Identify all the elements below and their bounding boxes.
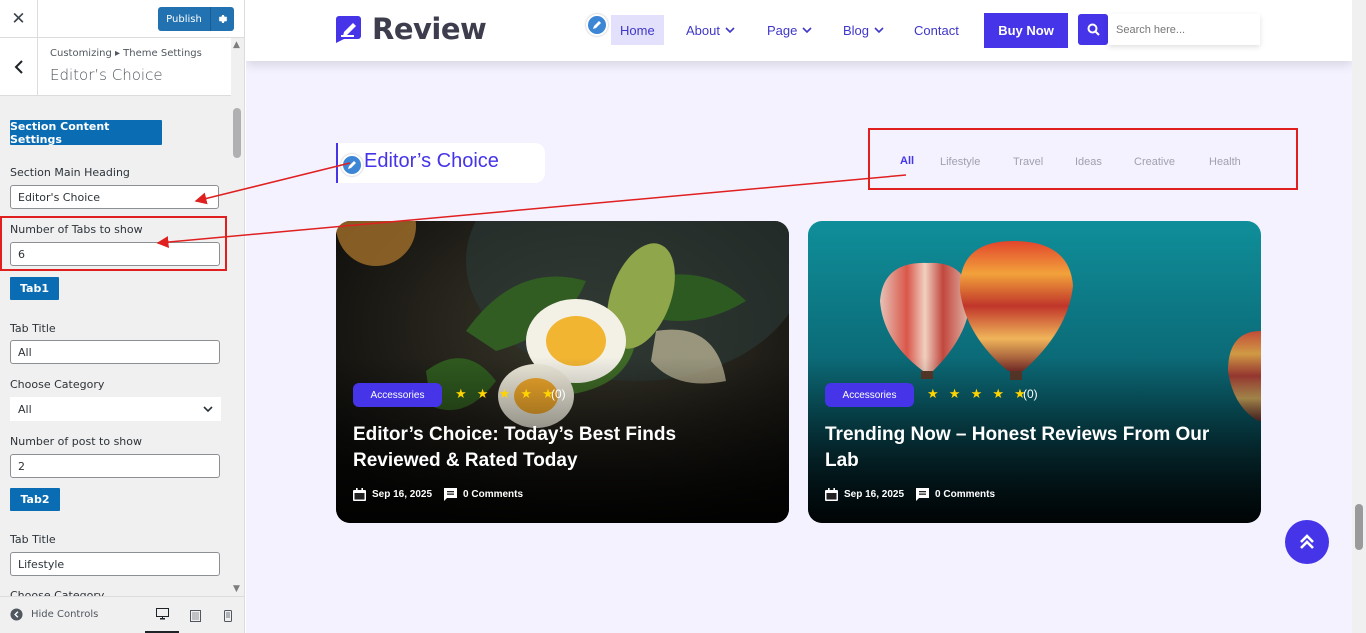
tab1-category-select[interactable]: All [10,397,221,421]
tab1-posts-input[interactable]: 2 [10,454,220,478]
back-button[interactable] [0,38,38,96]
section-header: Customizing ▸ Theme Settings Editor’s Ch… [0,38,231,96]
nav-page-label: Page [767,22,798,38]
tab-lifestyle[interactable]: Lifestyle [940,156,980,168]
post-card[interactable]: Accessories ★ ★ ★ ★ ★ (0) Trending Now –… [808,221,1261,523]
site-logo[interactable]: Review [335,12,487,46]
site-preview: Review Home About Page Blog Contact Buy … [246,0,1352,633]
chevron-down-icon [802,26,812,33]
main-heading-label: Section Main Heading [10,166,130,179]
chevron-down-icon [725,26,735,33]
nav-about[interactable]: About [686,15,735,45]
edit-shortcut-pencil-icon[interactable] [586,14,608,36]
nav-page[interactable]: Page [767,15,812,45]
preview-scroll-thumb[interactable] [1355,504,1363,550]
tablet-icon [189,609,201,622]
category-badge[interactable]: Accessories [825,383,914,407]
chevron-down-icon [203,405,213,412]
search-icon [1087,23,1100,36]
category-tabs: All Lifestyle Travel Ideas Creative Heal… [868,128,1298,190]
comment-icon [444,488,458,501]
annotation-highlight-num-tabs [0,216,227,271]
nav-home[interactable]: Home [611,15,664,45]
tab2-title-label: Tab Title [10,533,56,546]
star-rating-icon: ★ ★ ★ ★ ★ [455,387,557,402]
customizer-footer: Hide Controls [0,596,244,633]
section-title: Editor’s Choice [50,66,163,84]
scroll-down-icon[interactable]: ▼ [233,584,240,594]
star-rating-icon: ★ ★ ★ ★ ★ [927,387,1029,402]
mobile-preview-button[interactable] [211,597,244,633]
nav-about-label: About [686,22,720,38]
edit-shortcut-pencil-icon[interactable] [341,154,363,176]
tab2-button[interactable]: Tab2 [10,488,60,511]
publish-settings-button[interactable] [210,7,234,31]
tab1-category-label: Choose Category [10,378,105,391]
tab-ideas[interactable]: Ideas [1075,156,1102,168]
tablet-preview-button[interactable] [178,597,212,633]
tab1-button[interactable]: Tab1 [10,277,59,300]
post-image-hot-air-balloons [808,221,1261,523]
post-date: Sep 16, 2025 [844,489,905,500]
post-meta: Sep 16, 2025 0 Comments [825,488,995,501]
mobile-icon [224,609,232,622]
tab-travel[interactable]: Travel [1013,156,1043,168]
post-title[interactable]: Trending Now – Honest Reviews From Our L… [825,422,1235,474]
section-heading: Editor’s Choice [364,150,499,172]
category-badge[interactable]: Accessories [353,383,442,407]
tab1-title-input[interactable]: All [10,340,220,364]
tab1-title-label: Tab Title [10,322,56,335]
search-input[interactable]: Search here... [1108,14,1260,45]
chevron-down-icon [874,26,884,33]
customizer-top-bar: ✕ Publish [0,0,244,38]
customizer-sidebar: ✕ Publish Customizing ▸ Theme Settings E… [0,0,245,633]
chevron-left-icon [14,60,23,74]
close-icon: ✕ [11,9,26,29]
nav-contact[interactable]: Contact [914,15,959,45]
gear-icon [218,15,227,23]
post-card[interactable]: Accessories ★ ★ ★ ★ ★ (0) Editor’s Choic… [336,221,789,523]
post-image-egg-salad [336,221,789,523]
section-content-settings-button[interactable]: Section Content Settings [10,120,162,146]
post-date: Sep 16, 2025 [372,489,433,500]
publish-button[interactable]: Publish [158,7,210,31]
calendar-icon [353,488,366,501]
rating-count: (0) [551,387,566,401]
logo-icon [336,16,361,43]
comment-icon [916,488,930,501]
breadcrumb: Customizing ▸ Theme Settings [50,48,202,59]
tab2-title-input[interactable]: Lifestyle [10,552,220,576]
site-header: Review Home About Page Blog Contact Buy … [246,0,1352,61]
main-heading-input[interactable]: Editor's Choice [10,185,219,209]
scroll-up-icon[interactable]: ▲ [233,40,240,50]
calendar-icon [825,488,838,501]
sidebar-scroll-thumb[interactable] [233,108,241,158]
tab1-posts-label: Number of post to show [10,435,143,448]
tab-health[interactable]: Health [1209,156,1241,168]
post-title[interactable]: Editor’s Choice: Today’s Best Finds Revi… [353,422,763,474]
tab1-category-value: All [18,402,32,416]
nav-blog[interactable]: Blog [843,15,884,45]
hide-controls-button[interactable]: Hide Controls [10,608,98,621]
post-comments[interactable]: 0 Comments [463,489,523,500]
search-button[interactable] [1078,14,1108,45]
close-customizer-button[interactable]: ✕ [0,0,38,38]
desktop-icon [155,608,169,620]
tab-creative[interactable]: Creative [1134,156,1175,168]
rating-count: (0) [1023,387,1038,401]
nav-blog-label: Blog [843,22,870,38]
collapse-icon [10,608,23,621]
logo-text: Review [372,12,487,46]
back-to-top-button[interactable] [1285,520,1329,564]
post-comments[interactable]: 0 Comments [935,489,995,500]
post-meta: Sep 16, 2025 0 Comments [353,488,523,501]
desktop-preview-button[interactable] [145,597,179,633]
double-chevron-up-icon [1300,534,1314,549]
hide-controls-label: Hide Controls [31,609,99,620]
buy-now-button[interactable]: Buy Now [984,13,1068,48]
tab-all[interactable]: All [900,155,914,167]
